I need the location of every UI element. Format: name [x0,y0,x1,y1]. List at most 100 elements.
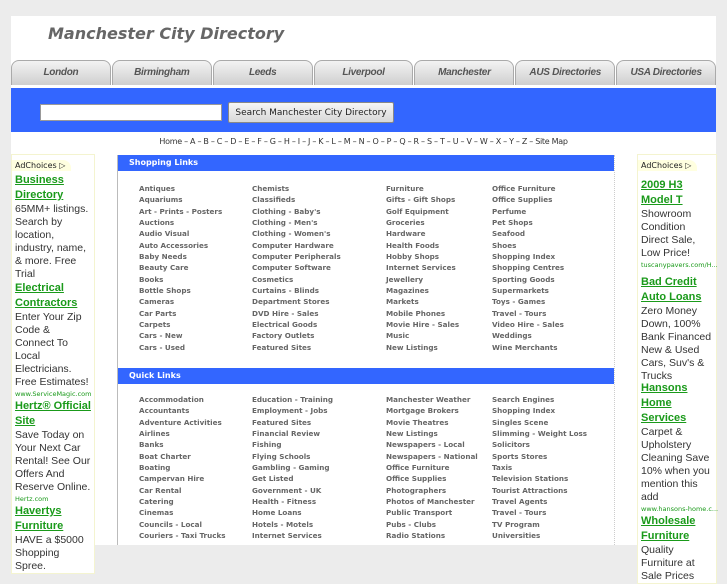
ad-title[interactable]: 2009 H3 Model T [641,178,713,208]
category-link[interactable]: Cosmetics [252,274,341,285]
category-link[interactable]: Search Engines [492,394,587,405]
category-link[interactable]: Hobby Shops [386,251,459,262]
tab-leeds[interactable]: Leeds [212,60,313,85]
category-link[interactable]: Internet Services [386,262,459,273]
category-link[interactable]: Flying Schools [252,451,333,462]
category-link[interactable]: Television Stations [492,473,587,484]
category-link[interactable]: Shopping Centres [492,262,564,273]
tab-manchester[interactable]: Manchester [414,60,515,85]
category-link[interactable]: Clothing - Men's [252,217,341,228]
category-link[interactable]: Mortgage Brokers [386,405,478,416]
category-link[interactable]: Curtains - Blinds [252,285,341,296]
category-link[interactable]: Fishing [252,439,333,450]
category-link[interactable]: Antiques [139,183,222,194]
category-link[interactable]: Gifts - Gift Shops [386,194,459,205]
adchoices-label[interactable]: AdChoices ▷ [12,160,72,171]
category-link[interactable]: Boat Charter [139,451,226,462]
ad-url[interactable]: www.hansons-home.c... [641,504,718,514]
category-link[interactable]: Banks [139,439,226,450]
adchoices-label[interactable]: AdChoices ▷ [638,160,698,171]
category-link[interactable]: Golf Equipment [386,206,459,217]
category-link[interactable]: Furniture [386,183,459,194]
category-link[interactable]: Featured Sites [252,342,341,353]
category-link[interactable]: Pubs - Clubs [386,519,478,530]
category-link[interactable]: Photographers [386,485,478,496]
category-link[interactable]: Travel - Tours [492,507,587,518]
category-link[interactable]: Auctions [139,217,222,228]
ad-title[interactable]: Electrical Contractors [15,281,91,311]
category-link[interactable]: Supermarkets [492,285,564,296]
ad-title[interactable]: Bad Credit Auto Loans [641,275,713,305]
category-link[interactable]: Car Rental [139,485,226,496]
ad-title[interactable]: Hansons Home Services [641,381,713,426]
category-link[interactable]: Home Loans [252,507,333,518]
ad-url[interactable]: Hertz.com [15,494,91,504]
tab-liverpool[interactable]: Liverpool [313,60,414,85]
category-link[interactable]: Newspapers - Local [386,439,478,450]
category-link[interactable]: Photos of Manchester [386,496,478,507]
category-link[interactable]: Sporting Goods [492,274,564,285]
category-link[interactable]: Tourist Attractions [492,485,587,496]
category-link[interactable]: Art - Prints - Posters [139,206,222,217]
category-link[interactable]: Education - Training [252,394,333,405]
category-link[interactable]: Health - Fitness [252,496,333,507]
ad-url[interactable]: tuscanypavers.com/H... [641,260,718,270]
category-link[interactable]: Beauty Care [139,262,222,273]
category-link[interactable]: Aquariums [139,194,222,205]
category-link[interactable]: Department Stores [252,296,341,307]
category-link[interactable]: Cars - Used [139,342,222,353]
category-link[interactable]: Computer Peripherals [252,251,341,262]
category-link[interactable]: Carpets [139,319,222,330]
search-input[interactable] [40,104,222,121]
category-link[interactable]: Accountants [139,405,226,416]
category-link[interactable]: Travel - Tours [492,308,564,319]
category-link[interactable]: Public Transport [386,507,478,518]
category-link[interactable]: Video Hire - Sales [492,319,564,330]
category-link[interactable]: Hotels - Motels [252,519,333,530]
category-link[interactable]: Travel Agents [492,496,587,507]
category-link[interactable]: Boating [139,462,226,473]
ad-title[interactable]: Hertz® Official Site [15,399,91,429]
category-link[interactable]: Couriers - Taxi Trucks [139,530,226,541]
category-link[interactable]: Internet Services [252,530,333,541]
category-link[interactable]: Sports Stores [492,451,587,462]
category-link[interactable]: Auto Accessories [139,240,222,251]
category-link[interactable]: Universities [492,530,587,541]
category-link[interactable]: Office Furniture [492,183,564,194]
category-link[interactable]: Electrical Goods [252,319,341,330]
category-link[interactable]: Radio Stations [386,530,478,541]
category-link[interactable]: Bottle Shops [139,285,222,296]
category-link[interactable]: Solicitors [492,439,587,450]
category-link[interactable]: Airlines [139,428,226,439]
category-link[interactable]: Movie Theatres [386,417,478,428]
alpha-link-w[interactable]: W [480,137,488,146]
category-link[interactable]: Financial Review [252,428,333,439]
category-link[interactable]: Gambling - Gaming [252,462,333,473]
category-link[interactable]: Health Foods [386,240,459,251]
category-link[interactable]: Office Furniture [386,462,478,473]
category-link[interactable]: Campervan Hire [139,473,226,484]
ad-url[interactable]: www.ServiceMagic.com [15,389,92,399]
category-link[interactable]: Government - UK [252,485,333,496]
category-link[interactable]: Accommodation [139,394,226,405]
ad-title[interactable]: Business Directory [15,173,91,203]
category-link[interactable]: Shoes [492,240,564,251]
category-link[interactable]: Chemists [252,183,341,194]
category-link[interactable]: Taxis [492,462,587,473]
category-link[interactable]: Councils - Local [139,519,226,530]
category-link[interactable]: Employment - Jobs [252,405,333,416]
category-link[interactable]: Jewellery [386,274,459,285]
alpha-link-home[interactable]: Home [159,137,182,146]
category-link[interactable]: Pet Shops [492,217,564,228]
tab-birmingham[interactable]: Birmingham [111,60,212,85]
category-link[interactable]: Office Supplies [492,194,564,205]
category-link[interactable]: Classifieds [252,194,341,205]
category-link[interactable]: Magazines [386,285,459,296]
category-link[interactable]: Featured Sites [252,417,333,428]
category-link[interactable]: Cinemas [139,507,226,518]
tab-usa-directories[interactable]: USA Directories [616,60,717,85]
category-link[interactable]: Car Parts [139,308,222,319]
category-link[interactable]: Singles Scene [492,417,587,428]
category-link[interactable]: Shopping Index [492,405,587,416]
category-link[interactable]: Seafood [492,228,564,239]
